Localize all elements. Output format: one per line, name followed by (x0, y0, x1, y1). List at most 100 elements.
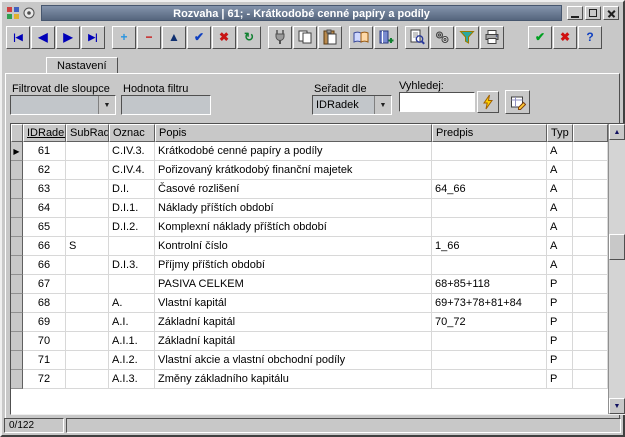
cell-typ[interactable]: A (547, 237, 573, 256)
cell-popis[interactable]: Pořizovaný krátkodobý finanční majetek (155, 161, 432, 180)
cell-typ[interactable]: P (547, 313, 573, 332)
column-header-predpis[interactable]: Predpis (432, 124, 547, 142)
cell-sub[interactable] (66, 218, 109, 237)
cell-id[interactable]: 65 (23, 218, 66, 237)
cell-oznac[interactable] (109, 275, 155, 294)
help-button[interactable]: ? (578, 26, 602, 49)
cell-predpis[interactable]: 64_66 (432, 180, 547, 199)
insert-button[interactable]: + (112, 26, 136, 49)
column-header-sub[interactable]: SubRadek (66, 124, 109, 142)
settings-button[interactable] (430, 26, 454, 49)
copy-button[interactable] (293, 26, 317, 49)
lookup-tables-button[interactable] (349, 26, 373, 49)
post-button[interactable]: ✔ (187, 26, 211, 49)
filter-value-input[interactable] (121, 95, 211, 115)
cell-predpis[interactable] (432, 218, 547, 237)
last-button[interactable]: ▶| (81, 26, 105, 49)
connect-button[interactable] (268, 26, 292, 49)
filter-button[interactable] (455, 26, 479, 49)
search-input[interactable] (399, 92, 475, 112)
cell-sub[interactable] (66, 142, 109, 161)
cell-oznac[interactable] (109, 237, 155, 256)
prior-button[interactable]: ◀ (31, 26, 55, 49)
sticky-icon[interactable] (22, 6, 36, 20)
cell-sub[interactable] (66, 313, 109, 332)
cell-sub[interactable] (66, 275, 109, 294)
scroll-down-button[interactable]: ▼ (609, 398, 625, 414)
close-button[interactable] (603, 6, 619, 20)
cell-predpis[interactable]: 69+73+78+81+84 (432, 294, 547, 313)
cell-predpis[interactable] (432, 161, 547, 180)
filter-column-combobox[interactable]: ▼ (10, 95, 116, 115)
column-header-popis[interactable]: Popis (155, 124, 432, 142)
cell-popis[interactable]: Vlastní akcie a vlastní obchodní podíly (155, 351, 432, 370)
cell-oznac[interactable]: C.IV.4. (109, 161, 155, 180)
next-button[interactable]: ▶ (56, 26, 80, 49)
cell-oznac[interactable]: A.I.3. (109, 370, 155, 389)
cell-oznac[interactable]: D.I.1. (109, 199, 155, 218)
cell-popis[interactable]: Základní kapitál (155, 332, 432, 351)
cell-sub[interactable] (66, 370, 109, 389)
cell-oznac[interactable]: D.I. (109, 180, 155, 199)
cell-id[interactable]: 67 (23, 275, 66, 294)
cell-id[interactable]: 66 (23, 237, 66, 256)
cell-sub[interactable]: S (66, 237, 109, 256)
cell-popis[interactable]: Komplexní náklady příštích období (155, 218, 432, 237)
paste-button[interactable] (318, 26, 342, 49)
cell-id[interactable]: 63 (23, 180, 66, 199)
column-header-oznac[interactable]: Oznac (109, 124, 155, 142)
cell-popis[interactable]: Časové rozlišení (155, 180, 432, 199)
close-form-button[interactable]: ✖ (553, 26, 577, 49)
scroll-up-button[interactable]: ▲ (609, 124, 625, 140)
cell-popis[interactable]: Kontrolní číslo (155, 237, 432, 256)
cell-id[interactable]: 66 (23, 256, 66, 275)
cell-sub[interactable] (66, 161, 109, 180)
cell-popis[interactable]: Vlastní kapitál (155, 294, 432, 313)
cell-typ[interactable]: P (547, 275, 573, 294)
cell-predpis[interactable] (432, 351, 547, 370)
search-run-button[interactable] (477, 91, 499, 113)
cell-oznac[interactable]: D.I.3. (109, 256, 155, 275)
cell-sub[interactable] (66, 351, 109, 370)
scrollbar-thumb[interactable] (609, 234, 625, 260)
cell-popis[interactable]: PASIVA CELKEM (155, 275, 432, 294)
cell-id[interactable]: 68 (23, 294, 66, 313)
sort-combobox[interactable]: IDRadek ▼ (312, 95, 392, 115)
cell-predpis[interactable] (432, 199, 547, 218)
chevron-down-icon[interactable]: ▼ (98, 96, 115, 114)
preview-button[interactable] (405, 26, 429, 49)
lookup-add-button[interactable] (374, 26, 398, 49)
cell-typ[interactable]: A (547, 142, 573, 161)
cell-popis[interactable]: Krátkodobé cenné papíry a podíly (155, 142, 432, 161)
cell-id[interactable]: 70 (23, 332, 66, 351)
cell-typ[interactable]: A (547, 161, 573, 180)
cell-oznac[interactable]: A.I. (109, 313, 155, 332)
cell-typ[interactable]: A (547, 256, 573, 275)
cell-predpis[interactable] (432, 256, 547, 275)
cell-typ[interactable]: P (547, 332, 573, 351)
cell-id[interactable]: 69 (23, 313, 66, 332)
chevron-down-icon[interactable]: ▼ (374, 96, 391, 114)
cell-predpis[interactable] (432, 142, 547, 161)
app-icon[interactable] (6, 6, 20, 20)
cell-popis[interactable]: Změny základního kapitálu (155, 370, 432, 389)
cell-id[interactable]: 62 (23, 161, 66, 180)
cell-typ[interactable]: A (547, 199, 573, 218)
cell-oznac[interactable]: D.I.2. (109, 218, 155, 237)
cell-predpis[interactable]: 68+85+118 (432, 275, 547, 294)
cell-typ[interactable]: P (547, 294, 573, 313)
cell-id[interactable]: 61 (23, 142, 66, 161)
cell-sub[interactable] (66, 180, 109, 199)
cell-oznac[interactable]: C.IV.3. (109, 142, 155, 161)
cell-predpis[interactable]: 1_66 (432, 237, 547, 256)
column-header-typ[interactable]: Typ (547, 124, 573, 142)
cell-oznac[interactable]: A.I.1. (109, 332, 155, 351)
maximize-button[interactable] (585, 6, 601, 20)
cell-sub[interactable] (66, 256, 109, 275)
cell-predpis[interactable] (432, 370, 547, 389)
cell-id[interactable]: 71 (23, 351, 66, 370)
cell-predpis[interactable] (432, 332, 547, 351)
delete-button[interactable]: − (137, 26, 161, 49)
cell-sub[interactable] (66, 294, 109, 313)
cell-typ[interactable]: P (547, 351, 573, 370)
